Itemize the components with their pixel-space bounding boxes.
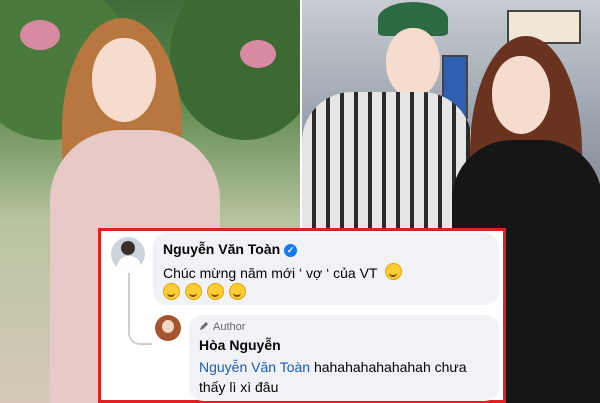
grinning-squinting-face-emoji bbox=[207, 283, 224, 300]
avatar[interactable] bbox=[111, 237, 145, 271]
pen-icon bbox=[200, 322, 208, 330]
plaid-jacket bbox=[302, 92, 472, 232]
comment-author[interactable]: Nguyễn Văn Toàn ✓ bbox=[163, 241, 298, 257]
mention-link[interactable]: Nguyễn Văn Toàn bbox=[199, 359, 310, 375]
comment-thread-screenshot: Nguyễn Văn Toàn ✓ Chúc mừng năm mới ‘ vợ … bbox=[98, 228, 506, 403]
comment-bubble: Nguyễn Văn Toàn ✓ Chúc mừng năm mới ‘ vợ … bbox=[153, 233, 499, 305]
pink-flowers bbox=[20, 20, 60, 50]
avatar[interactable] bbox=[155, 315, 181, 341]
grinning-squinting-face-emoji bbox=[385, 263, 403, 280]
thread-connector bbox=[128, 273, 130, 331]
woman-face bbox=[92, 38, 156, 122]
verified-badge-icon: ✓ bbox=[284, 244, 298, 257]
author-badge-label: Author bbox=[213, 321, 246, 333]
author-name[interactable]: Nguyễn Văn Toàn bbox=[163, 241, 280, 257]
woman-face bbox=[492, 56, 550, 134]
grinning-squinting-face-emoji bbox=[185, 283, 202, 300]
flower-foliage bbox=[170, 0, 300, 140]
thread-connector bbox=[128, 329, 152, 345]
comment-body: Chúc mừng năm mới ‘ vợ ‘ của VT bbox=[163, 265, 378, 281]
reply-bubble: Author Hòa Nguyễn Nguyễn Văn Toàn hahaha… bbox=[189, 315, 499, 401]
reply-text-line-2: thấy lì xì đâu bbox=[199, 379, 279, 395]
pink-flowers bbox=[240, 40, 276, 68]
reply-body: hahahahahahahah chưa bbox=[310, 359, 467, 375]
emoji-line bbox=[163, 283, 251, 301]
man-face bbox=[386, 28, 440, 98]
grinning-squinting-face-emoji bbox=[229, 283, 246, 300]
grinning-squinting-face-emoji bbox=[163, 283, 180, 300]
author-badge: Author bbox=[199, 321, 245, 333]
reply-text-line-1: Nguyễn Văn Toàn hahahahahahahah chưa bbox=[199, 359, 467, 375]
comment-text: Chúc mừng năm mới ‘ vợ ‘ của VT bbox=[163, 263, 407, 281]
reply-author[interactable]: Hòa Nguyễn bbox=[199, 337, 281, 353]
